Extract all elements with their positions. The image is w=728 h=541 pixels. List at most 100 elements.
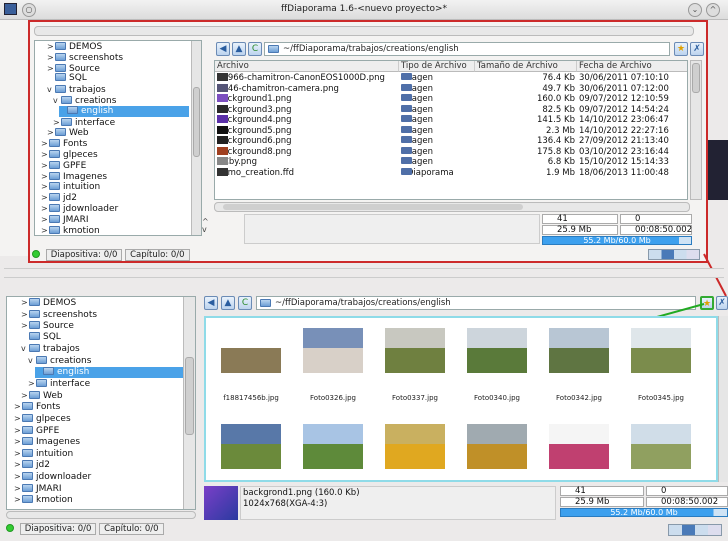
thumbs-vscroll[interactable] <box>718 316 728 482</box>
tree-item[interactable]: v trabajos <box>21 343 183 354</box>
tree-item[interactable]: > Source <box>21 320 183 331</box>
favorite-star-button[interactable]: ★ <box>674 42 688 56</box>
photo-thumbnail[interactable] <box>303 424 363 469</box>
maximize-button[interactable]: ^ <box>706 3 720 17</box>
chevron-right-icon[interactable]: > <box>14 483 22 494</box>
chevron-right-icon[interactable]: > <box>47 127 55 138</box>
tree-item[interactable]: > screenshots <box>47 52 189 63</box>
tree-item[interactable]: SQL <box>47 73 189 84</box>
tree-item[interactable]: > DEMOS <box>47 41 189 52</box>
chevron-right-icon[interactable]: > <box>21 390 29 401</box>
chevron-right-icon[interactable]: > <box>14 494 22 505</box>
tree-item[interactable]: > screenshots <box>21 309 183 320</box>
settings-tool-button[interactable]: ✗ <box>690 42 704 56</box>
chevron-right-icon[interactable]: > <box>47 63 55 74</box>
col-header-size[interactable]: Tamaño de Archivo <box>475 61 577 72</box>
chevron-right-icon[interactable]: > <box>41 225 49 235</box>
tree-item[interactable]: v creations <box>53 95 189 106</box>
chevron-down-icon[interactable]: v <box>47 84 55 95</box>
chevron-right-icon[interactable]: > <box>14 401 22 412</box>
col-header-date[interactable]: Fecha de Archivo <box>577 61 687 72</box>
tree-item[interactable]: > intuition <box>14 448 183 459</box>
photo-thumbnail[interactable] <box>631 328 691 373</box>
chevron-right-icon[interactable]: > <box>14 471 22 482</box>
chevron-right-icon[interactable]: > <box>41 181 49 192</box>
chevron-right-icon[interactable]: > <box>14 425 22 436</box>
table-hscroll[interactable] <box>214 202 690 212</box>
table-row[interactable]: demo_creation.ffd ffDiaporama 1.9 Mb 18/06/… <box>215 167 687 178</box>
photo-thumbnail[interactable] <box>631 424 691 469</box>
chevron-right-icon[interactable]: > <box>21 297 29 308</box>
col-header-name[interactable]: Archivo <box>215 61 399 72</box>
tree-item[interactable]: > JMARI <box>41 214 189 225</box>
chevron-right-icon[interactable]: > <box>41 203 49 214</box>
photo-thumbnail[interactable] <box>467 424 527 469</box>
tree-item[interactable]: > jd2 <box>14 459 183 470</box>
chevron-right-icon[interactable]: > <box>41 149 49 160</box>
tree-item[interactable]: > interface <box>53 117 189 128</box>
table-row[interactable]: background1.png Imagen 160.0 Kb 09/07/2012 … <box>215 94 687 104</box>
chevron-right-icon[interactable]: > <box>41 171 49 182</box>
tree-item[interactable]: > JMARI <box>14 483 183 494</box>
bottom-up-button[interactable]: ▲ <box>221 296 235 310</box>
chevron-right-icon[interactable]: > <box>41 192 49 203</box>
tree-item[interactable]: > Imagenes <box>41 171 189 182</box>
chevron-right-icon[interactable]: > <box>14 459 22 470</box>
chevron-right-icon[interactable]: > <box>41 214 49 225</box>
col-header-type[interactable]: Tipo de Archivo <box>399 61 475 72</box>
tree-item[interactable]: > GPFE <box>41 160 189 171</box>
table-row[interactable]: background4.png Imagen 141.5 Kb 14/10/2012 … <box>215 115 687 125</box>
tree-item[interactable]: v creations <box>28 355 183 366</box>
tree-item[interactable]: > interface <box>28 378 183 389</box>
tree-item[interactable]: > GPFE <box>14 425 183 436</box>
tree-item[interactable]: > kmotion <box>41 225 189 235</box>
up-button[interactable]: ▲ <box>232 42 246 56</box>
table-row[interactable]: CCby.png Imagen 6.8 Kb 15/10/2012 15:14:33 <box>215 157 687 167</box>
top-hscroll[interactable] <box>34 26 694 36</box>
tree-item[interactable]: > jdownloader <box>14 471 183 482</box>
tree-item[interactable]: > Web <box>21 390 183 401</box>
table-row[interactable]: background3.png Imagen 82.5 Kb 09/07/2012 1… <box>215 104 687 115</box>
photo-thumbnail[interactable] <box>221 424 281 469</box>
tree-item[interactable]: > intuition <box>41 181 189 192</box>
tree-scroll-arrows[interactable]: ^ v <box>202 218 209 234</box>
table-vscroll[interactable] <box>690 60 702 200</box>
tree-vscroll[interactable] <box>191 41 201 235</box>
chevron-down-icon[interactable]: v <box>53 95 61 106</box>
view-buttons[interactable] <box>668 524 722 536</box>
path-field[interactable]: ~/ffDiaporama/trabajos/creations/english <box>264 42 670 56</box>
tree-item[interactable]: > DEMOS <box>21 297 183 308</box>
chevron-right-icon[interactable]: > <box>53 117 61 128</box>
chevron-right-icon[interactable]: > <box>21 320 29 331</box>
chevron-right-icon[interactable]: > <box>14 436 22 447</box>
pane-splitter[interactable] <box>4 268 724 278</box>
bottom-refresh-button[interactable]: C <box>238 296 252 310</box>
tree-item[interactable]: english <box>35 366 183 378</box>
bottom-back-button[interactable]: ◀ <box>204 296 218 310</box>
chevron-right-icon[interactable]: > <box>14 448 22 459</box>
bottom-settings-tool-button[interactable]: ✗ <box>716 296 728 310</box>
tree-item[interactable]: SQL <box>21 331 183 343</box>
photo-thumbnail[interactable] <box>549 328 609 373</box>
table-row[interactable]: background6.png Imagen 136.4 Kb 27/09/2012 … <box>215 136 687 146</box>
photo-thumbnail[interactable] <box>385 328 445 373</box>
bottom-tree-vscroll[interactable] <box>183 297 195 509</box>
photo-thumbnail[interactable] <box>303 328 363 373</box>
tree-item[interactable]: > jdownloader <box>41 203 189 214</box>
tree-item[interactable]: > Source <box>47 63 189 74</box>
tree-item[interactable]: > Imagenes <box>14 436 183 447</box>
bottom-tree-hscroll[interactable] <box>6 511 196 519</box>
refresh-button[interactable]: C <box>248 42 262 56</box>
photo-thumbnail[interactable] <box>549 424 609 469</box>
chevron-right-icon[interactable]: > <box>21 309 29 320</box>
tree-item[interactable]: > jd2 <box>41 192 189 203</box>
tree-item[interactable]: > glpeces <box>41 149 189 160</box>
chevron-right-icon[interactable]: > <box>41 138 49 149</box>
photo-thumbnail[interactable] <box>467 328 527 373</box>
tree-item[interactable]: v trabajos <box>47 84 189 95</box>
table-row[interactable]: 13966-chamitron-CanonEOS1000D.png Imagen 7… <box>215 73 687 83</box>
view-buttons[interactable] <box>648 249 700 260</box>
table-row[interactable]: 8846-chamitron-camera.png Imagen 49.7 Kb 30… <box>215 83 687 94</box>
chevron-down-icon[interactable]: v <box>21 343 29 354</box>
tree-item[interactable]: > Fonts <box>14 401 183 412</box>
